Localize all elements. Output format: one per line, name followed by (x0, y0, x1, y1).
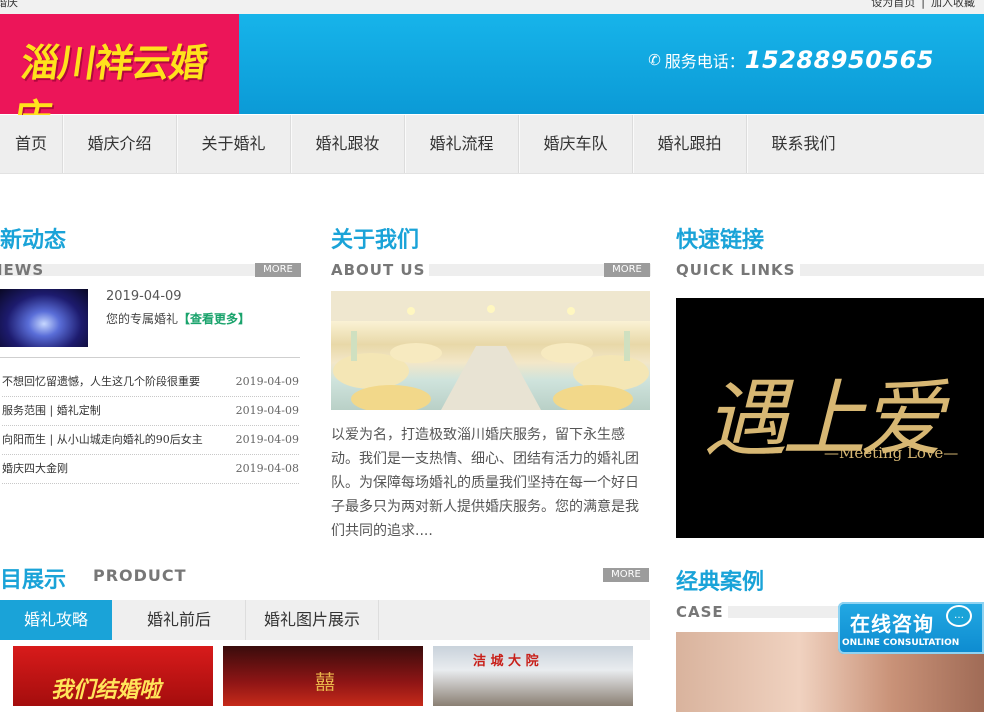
nav-item-contact[interactable]: 联系我们 (747, 115, 860, 173)
nav-item-intro[interactable]: 婚庆介绍 (63, 115, 176, 173)
about-banquet-image[interactable] (331, 291, 650, 410)
banner-caption: —Meeting Love— (824, 444, 959, 462)
main-nav: 首页 婚庆介绍 关于婚礼 婚礼跟妆 婚礼流程 婚庆车队 婚礼跟拍 联系我们 (0, 115, 984, 174)
news-featured-summary: 您的专属婚礼【查看更多】 (106, 310, 250, 327)
news-featured-text: 您的专属婚礼 (106, 312, 179, 326)
quick-links-title-en: QUICK LINKS (676, 261, 800, 279)
product-thumb-text: 我们结婚啦 (51, 678, 162, 703)
news-featured-date: 2019-04-09 (106, 289, 182, 304)
news-item-title[interactable]: 婚庆四大金刚 (2, 455, 68, 483)
online-consultation-widget[interactable]: 在线咨询 ONLINE CONSULTATION … (838, 602, 984, 654)
nav-item-makeup[interactable]: 婚礼跟妆 (291, 115, 404, 173)
nav-item-home[interactable]: 首页 (0, 115, 62, 173)
news-divider (0, 357, 300, 358)
about-title-en: ABOUT US (331, 261, 430, 279)
phone-label: 服务电话： (664, 52, 745, 71)
news-title: 最新动态 (0, 228, 67, 253)
banquet-hall-illustration (331, 291, 650, 410)
product-thumb[interactable]: 我们结婚啦 (13, 646, 213, 706)
news-item-title[interactable]: 向阳而生 | 从小山城走向婚礼的90后女主 (2, 426, 203, 454)
about-title: 关于我们 (331, 228, 420, 253)
news-list-item[interactable]: 向阳而生 | 从小山城走向婚礼的90后女主 2019-04-09 (2, 426, 299, 455)
product-thumb-text: 洁 城 大 院 (473, 654, 539, 669)
tab-wedding-guide[interactable]: 婚礼攻略 (0, 600, 112, 640)
about-description: 以爱为名，打造极致淄川婚庆服务，留下永生感动。我们是一支热情、细心、团结有活力的… (331, 427, 639, 539)
case-title-en: CASE (676, 603, 728, 621)
add-favorite-link[interactable]: 加入收藏 (928, 0, 978, 9)
news-more-button[interactable]: MORE (255, 263, 301, 277)
product-thumb-text: 囍 (315, 670, 335, 694)
news-title-en: NEWS (0, 261, 45, 279)
phone-icon: ✆ (648, 51, 661, 69)
chat-title: 在线咨询 (850, 612, 934, 636)
chat-subtitle: ONLINE CONSULTATION (842, 638, 960, 648)
news-item-date: 2019-04-09 (235, 404, 299, 417)
top-links: 设为首页 | 加入收藏 (868, 0, 978, 8)
news-list-item[interactable]: 服务范围 | 婚礼定制 2019-04-09 (2, 397, 299, 426)
nav-item-fleet[interactable]: 婚庆车队 (519, 115, 632, 173)
tab-before-after[interactable]: 婚礼前后 (113, 600, 246, 640)
tab-wedding-photos[interactable]: 婚礼图片展示 (246, 600, 379, 640)
phone-number: 15288950565 (744, 46, 934, 74)
meeting-love-banner[interactable]: 遇上爱 —Meeting Love— (676, 298, 984, 538)
site-logo[interactable]: 淄川祥云婚庆 (0, 14, 239, 140)
about-more-button[interactable]: MORE (604, 263, 650, 277)
product-thumb[interactable]: 囍 (223, 646, 423, 706)
news-thumbnail[interactable] (0, 289, 88, 347)
product-tabs: 婚礼攻略 婚礼前后 婚礼图片展示 (0, 600, 650, 640)
product-more-button[interactable]: MORE (603, 568, 649, 582)
link-divider: | (921, 0, 925, 9)
news-item-title[interactable]: 服务范围 | 婚礼定制 (2, 397, 101, 425)
case-title: 经典案例 (676, 570, 765, 595)
product-title: 项目展示 (0, 568, 67, 593)
news-item-date: 2019-04-09 (235, 375, 299, 388)
set-home-link[interactable]: 设为首页 (868, 0, 918, 9)
product-thumb[interactable]: 洁 城 大 院 (433, 646, 633, 706)
news-list-item[interactable]: 不想回忆留遗憾，人生这几个阶段很重要 2019-04-09 (2, 368, 299, 397)
chat-bubble-icon: … (946, 605, 972, 627)
quick-links-title: 快速链接 (676, 228, 765, 253)
nav-item-photo[interactable]: 婚礼跟拍 (633, 115, 746, 173)
nav-item-process[interactable]: 婚礼流程 (405, 115, 518, 173)
top-utility-bar: 婚庆 设为首页 | 加入收藏 (0, 0, 984, 14)
site-name: 婚庆 (0, 0, 18, 9)
news-item-title[interactable]: 不想回忆留遗憾，人生这几个阶段很重要 (2, 368, 200, 396)
news-item-date: 2019-04-09 (235, 433, 299, 446)
news-list-item[interactable]: 婚庆四大金刚 2019-04-08 (2, 455, 299, 484)
news-read-more-link[interactable]: 【查看更多】 (178, 312, 250, 326)
product-title-en: PRODUCT (93, 566, 187, 585)
news-item-date: 2019-04-08 (235, 462, 299, 475)
service-phone: ✆ 服务电话：15288950565 (648, 46, 934, 74)
nav-item-about-wedding[interactable]: 关于婚礼 (177, 115, 290, 173)
